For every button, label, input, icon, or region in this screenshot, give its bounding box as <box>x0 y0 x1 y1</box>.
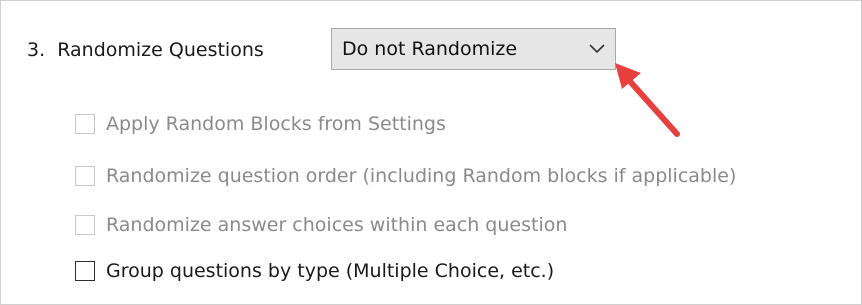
option-randomize-question-order: Randomize question order (including Rand… <box>75 163 736 189</box>
randomize-questions-label: 3. Randomize Questions <box>27 39 264 61</box>
dropdown-selected-value: Do not Randomize <box>342 38 518 60</box>
randomize-answer-choices-label: Randomize answer choices within each que… <box>106 214 568 236</box>
question-title: Randomize Questions <box>57 39 264 61</box>
option-randomize-answer-choices: Randomize answer choices within each que… <box>75 212 567 238</box>
apply-random-blocks-label: Apply Random Blocks from Settings <box>106 113 446 135</box>
question-number: 3. <box>27 39 46 61</box>
annotation-arrow-icon <box>615 63 680 137</box>
group-questions-by-type-label[interactable]: Group questions by type (Multiple Choice… <box>106 260 554 282</box>
option-apply-random-blocks: Apply Random Blocks from Settings <box>75 111 446 137</box>
apply-random-blocks-checkbox <box>75 114 95 134</box>
randomize-answer-choices-checkbox <box>75 215 95 235</box>
chevron-down-icon <box>589 44 605 54</box>
randomize-question-order-checkbox <box>75 166 95 186</box>
option-group-questions-by-type[interactable]: Group questions by type (Multiple Choice… <box>75 258 554 284</box>
randomize-question-order-label: Randomize question order (including Rand… <box>106 165 737 187</box>
group-questions-by-type-checkbox[interactable] <box>75 261 95 281</box>
randomize-dropdown[interactable]: Do not Randomize <box>331 28 616 70</box>
settings-panel: 3. Randomize Questions Do not Randomize … <box>0 0 862 305</box>
